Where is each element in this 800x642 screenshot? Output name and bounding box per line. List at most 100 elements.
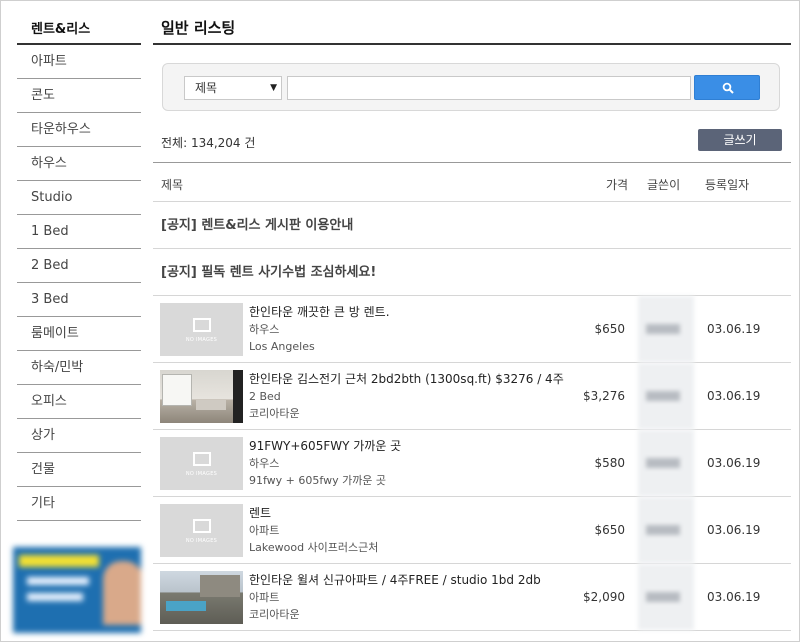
- blurred-name: [646, 391, 680, 401]
- listing-info: 렌트 아파트 Lakewood 사이프러스근처: [249, 505, 378, 556]
- listing-row[interactable]: 한인타운 윌셔 신규아파트 / 4주FREE / studio 1bd 2db …: [153, 564, 791, 631]
- listing-date: 03.06.19: [707, 389, 761, 403]
- sidebar-item-other[interactable]: 기타: [17, 487, 141, 521]
- sidebar-item-studio[interactable]: Studio: [17, 181, 141, 215]
- sidebar-item-1bed[interactable]: 1 Bed: [17, 215, 141, 249]
- listing-price: $3,276: [583, 389, 625, 403]
- listing-date: 03.06.19: [707, 523, 761, 537]
- listing-date: 03.06.19: [707, 456, 761, 470]
- column-title[interactable]: 제목: [161, 176, 183, 193]
- listing-type: 2 Bed: [249, 390, 281, 403]
- no-image-placeholder: NO IMAGES: [160, 437, 243, 490]
- blurred-name: [646, 458, 680, 468]
- sidebar-item-boarding[interactable]: 하숙/민박: [17, 351, 141, 385]
- search-field-value: 제목: [195, 81, 218, 95]
- listing-price: $2,090: [583, 590, 625, 604]
- sidebar-nav: 렌트&리스 아파트 콘도 타운하우스 하우스 Studio 1 Bed 2 Be…: [17, 15, 141, 521]
- sidebar-item-2bed[interactable]: 2 Bed: [17, 249, 141, 283]
- image-icon: [193, 318, 211, 332]
- listing-location: 91fwy + 605fwy 가까운 곳: [249, 474, 387, 487]
- listing-date: 03.06.19: [707, 322, 761, 336]
- search-panel: 제목 ▼: [162, 63, 780, 111]
- table-header: 제목 가격 글쓴이 등록일자: [153, 162, 791, 202]
- no-image-text: NO IMAGES: [185, 538, 218, 544]
- ad-headline-shape: [19, 555, 99, 567]
- listing-type: 아파트: [249, 591, 280, 604]
- search-input[interactable]: [287, 76, 691, 100]
- listing-title[interactable]: 한인타운 깨끗한 큰 방 렌트.: [249, 304, 390, 321]
- photo-sofa-shape: [196, 400, 226, 410]
- notice-row[interactable]: [공지] 렌트&리스 게시판 이용안내: [153, 202, 791, 249]
- listing-location: Lakewood 사이프러스근처: [249, 541, 379, 554]
- search-button[interactable]: [694, 75, 760, 100]
- ad-text-shape: [27, 593, 83, 601]
- sidebar-title[interactable]: 렌트&리스: [17, 15, 141, 45]
- no-image-placeholder: NO IMAGES: [160, 303, 243, 356]
- column-date[interactable]: 등록일자: [705, 176, 749, 193]
- listing-location: 코리아타운: [249, 407, 300, 420]
- notice-row[interactable]: [공지] 필독 렌트 사기수법 조심하세요!: [153, 249, 791, 296]
- listing-writer-blurred: [638, 430, 694, 496]
- listing-thumbnail[interactable]: [160, 370, 243, 423]
- listing-row[interactable]: NO IMAGES 렌트 아파트 Lakewood 사이프러스근처 $650 0…: [153, 497, 791, 564]
- sidebar-item-commercial[interactable]: 상가: [17, 419, 141, 453]
- no-image-text: NO IMAGES: [185, 471, 218, 477]
- listing-title[interactable]: 한인타운 윌셔 신규아파트 / 4주FREE / studio 1bd 2db: [249, 572, 541, 589]
- listing-price: $650: [594, 322, 625, 336]
- page-title: 일반 리스팅: [161, 19, 236, 37]
- listing-thumbnail[interactable]: NO IMAGES: [160, 504, 243, 557]
- sidebar-item-roommate[interactable]: 룸메이트: [17, 317, 141, 351]
- search-field-select[interactable]: 제목 ▼: [184, 76, 282, 100]
- listing-info: 한인타운 윌셔 신규아파트 / 4주FREE / studio 1bd 2db …: [249, 572, 541, 623]
- listing-type: 하우스: [249, 323, 280, 336]
- listing-date: 03.06.19: [707, 590, 761, 604]
- listing-writer-blurred: [638, 497, 694, 563]
- listing-title[interactable]: 렌트: [249, 505, 378, 522]
- listing-thumbnail[interactable]: [160, 571, 243, 624]
- listing-row[interactable]: 한인타운 김스전기 근처 2bd2bth (1300sq.ft) $3276 /…: [153, 363, 791, 430]
- photo-building-shape: [200, 575, 240, 597]
- listing-title[interactable]: 한인타운 김스전기 근처 2bd2bth (1300sq.ft) $3276 /…: [249, 371, 564, 388]
- blurred-name: [646, 525, 680, 535]
- listing-row[interactable]: NO IMAGES 한인타운 깨끗한 큰 방 렌트. 하우스 Los Angel…: [153, 296, 791, 363]
- photo-dark-edge: [233, 370, 243, 423]
- sidebar-item-3bed[interactable]: 3 Bed: [17, 283, 141, 317]
- listing-info: 한인타운 김스전기 근처 2bd2bth (1300sq.ft) $3276 /…: [249, 371, 564, 422]
- listing-type: 아파트: [249, 524, 280, 537]
- listing-type: 하우스: [249, 457, 280, 470]
- listing-writer-blurred: [638, 296, 694, 362]
- blurred-name: [646, 324, 680, 334]
- listing-location: 코리아타운: [249, 608, 300, 621]
- listing-info: 91FWY+605FWY 가까운 곳 하우스 91fwy + 605fwy 가까…: [249, 438, 401, 489]
- sidebar-item-building[interactable]: 건물: [17, 453, 141, 487]
- search-icon: [722, 82, 734, 94]
- sidebar-item-office[interactable]: 오피스: [17, 385, 141, 419]
- listing-thumbnail[interactable]: NO IMAGES: [160, 303, 243, 356]
- title-divider: [153, 43, 791, 45]
- blurred-name: [646, 592, 680, 602]
- sidebar-item-townhouse[interactable]: 타운하우스: [17, 113, 141, 147]
- column-writer[interactable]: 글쓴이: [647, 176, 680, 193]
- listing-row[interactable]: NO IMAGES 91FWY+605FWY 가까운 곳 하우스 91fwy +…: [153, 430, 791, 497]
- listing-writer-blurred: [638, 363, 694, 429]
- listing-location: Los Angeles: [249, 340, 315, 353]
- banner-ad[interactable]: [13, 547, 141, 633]
- listing-price: $580: [594, 456, 625, 470]
- sidebar-item-house[interactable]: 하우스: [17, 147, 141, 181]
- image-icon: [193, 519, 211, 533]
- no-image-text: NO IMAGES: [185, 337, 218, 343]
- listing-info: 한인타운 깨끗한 큰 방 렌트. 하우스 Los Angeles: [249, 304, 390, 355]
- listing-title[interactable]: 91FWY+605FWY 가까운 곳: [249, 438, 401, 455]
- no-image-placeholder: NO IMAGES: [160, 504, 243, 557]
- sidebar-item-apartment[interactable]: 아파트: [17, 45, 141, 79]
- sidebar-item-condo[interactable]: 콘도: [17, 79, 141, 113]
- image-icon: [193, 452, 211, 466]
- listing-writer-blurred: [638, 564, 694, 630]
- photo-pool-shape: [166, 601, 206, 611]
- column-price[interactable]: 가격: [606, 176, 628, 193]
- listing-table: 제목 가격 글쓴이 등록일자 [공지] 렌트&리스 게시판 이용안내 [공지] …: [153, 162, 791, 631]
- listing-thumbnail[interactable]: NO IMAGES: [160, 437, 243, 490]
- listing-price: $650: [594, 523, 625, 537]
- ad-person-photo: [103, 561, 141, 625]
- write-button[interactable]: 글쓰기: [698, 129, 782, 151]
